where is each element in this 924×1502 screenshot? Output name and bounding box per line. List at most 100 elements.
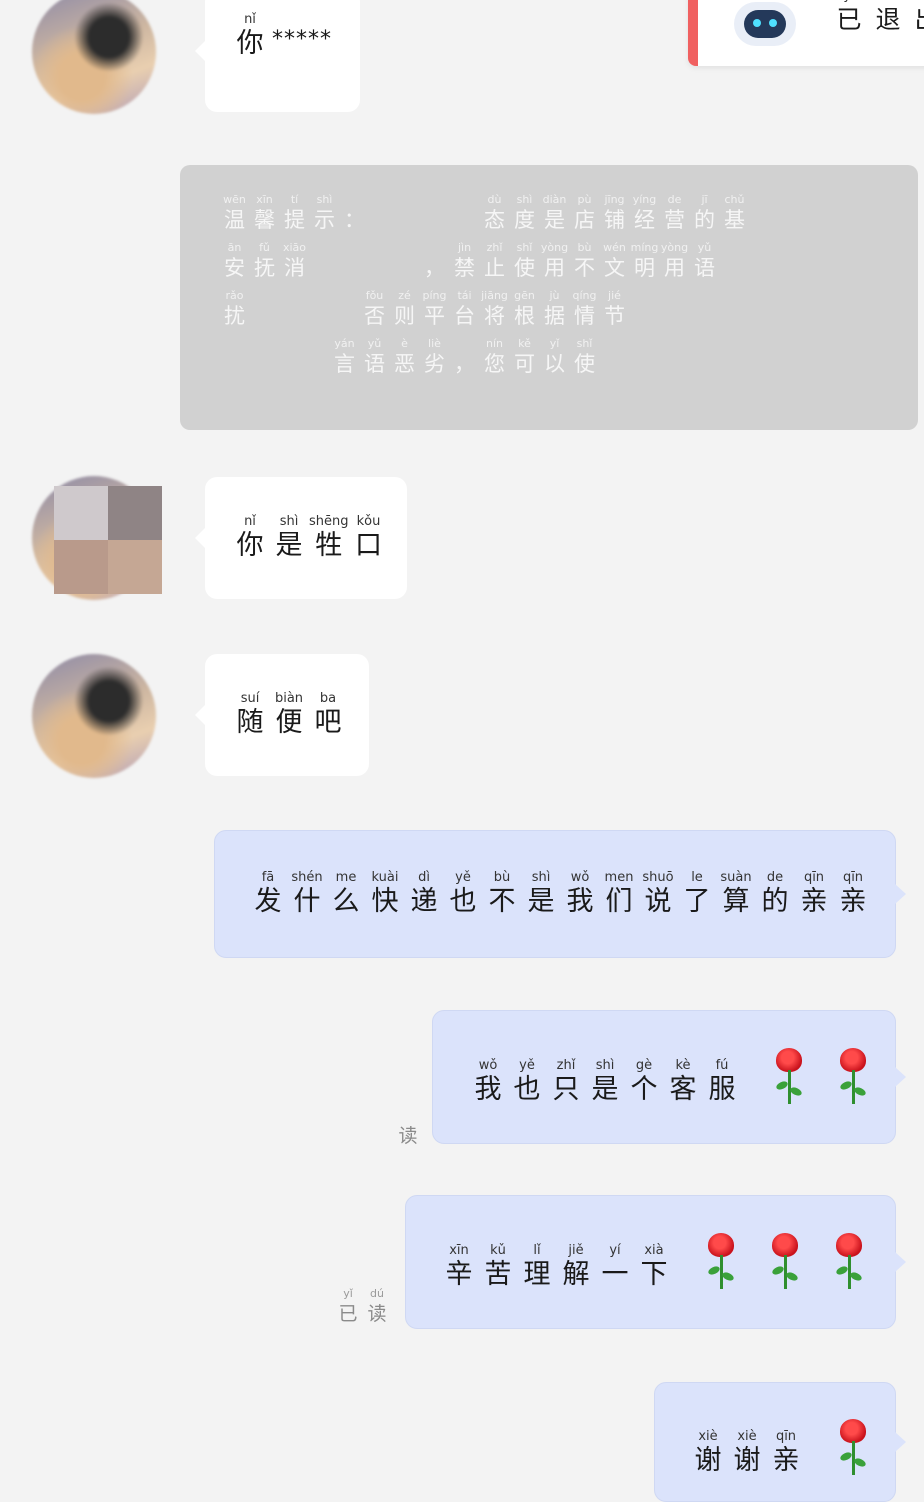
hanzi: 谢: [733, 1445, 761, 1476]
ruby-char: 读: [394, 1108, 422, 1148]
ruby-char: gēn 根: [510, 289, 539, 329]
ruby-char: de 的: [756, 870, 794, 918]
hanzi: 情: [574, 304, 595, 328]
pinyin: liè: [428, 337, 441, 350]
message-bubble-incoming[interactable]: nǐ 你 shì 是 shēng 牲 kǒu 口: [195, 477, 407, 599]
ruby-char: xiè 谢: [728, 1429, 766, 1477]
ruby-char: jié 节: [600, 289, 629, 329]
message-bubble-incoming[interactable]: suí 随 biàn 便 ba 吧: [195, 654, 369, 776]
pinyin: wén: [603, 241, 626, 254]
pinyin: le: [691, 870, 703, 885]
message-bubble-outgoing[interactable]: wǒ 我 yě 也 zhǐ 只 shì 是 gè 个 kè 客 fú 服: [432, 1010, 906, 1144]
ruby-char: chǔ 基: [720, 193, 749, 233]
message-bubble-outgoing[interactable]: xīn 辛 kǔ 苦 lǐ 理 jiě 解 yí 一 xià 下: [405, 1195, 906, 1329]
pinyin: xīn: [449, 1243, 469, 1258]
hanzi: 提: [284, 208, 305, 232]
hanzi: 根: [514, 304, 535, 328]
hanzi: 发: [254, 886, 282, 917]
avatar[interactable]: [32, 654, 156, 778]
ruby-char: ：: [340, 193, 369, 233]
ruby-char: xià 下: [635, 1243, 673, 1291]
pinyin: dì: [418, 870, 430, 885]
ruby-char: xīn 馨: [250, 193, 279, 233]
rose-emoji-icon: [768, 1233, 802, 1291]
ruby-char: xiè 谢: [689, 1429, 727, 1477]
hanzi: 您: [484, 352, 505, 376]
pinyin: qīn: [803, 870, 825, 885]
ruby-char: shén 什: [288, 870, 326, 918]
ruby-char: shǐ 使: [570, 337, 599, 377]
hanzi: 安: [224, 256, 245, 280]
message-bubble-incoming[interactable]: nǐ 你 *****: [195, 0, 360, 112]
pinyin: yí: [609, 1243, 621, 1258]
hanzi: 消: [284, 256, 305, 280]
pinyin: pù: [577, 193, 592, 206]
ruby-char: shì 是: [522, 870, 560, 918]
pinyin: yǔ: [367, 337, 382, 350]
pinyin: suàn: [720, 870, 752, 885]
message-text: nǐ 你 *****: [231, 12, 332, 60]
ruby-char: xīn 辛: [440, 1243, 478, 1291]
message-text: fā 发 shén 什 me 么 kuài 快 dì 递 yě 也 bù 不 shì 是 wǒ 我 men 们 shuō…: [249, 870, 873, 918]
ruby-char: tái 台: [450, 289, 479, 329]
ruby-char: yě 也: [508, 1058, 546, 1106]
hanzi: 语: [694, 256, 715, 280]
ruby-char: men 们: [600, 870, 638, 918]
pinyin: yǐ: [343, 1287, 353, 1300]
pinyin: yíng: [632, 193, 657, 206]
pinyin: suí: [240, 691, 260, 706]
rose-emoji-icon: [832, 1233, 866, 1291]
pinyin: yě: [455, 870, 471, 885]
ruby-char: shuō 说: [639, 870, 677, 918]
hanzi: 禁: [454, 256, 475, 280]
ruby-char: le 了: [678, 870, 716, 918]
hanzi: 则: [394, 304, 415, 328]
hanzi: 止: [484, 256, 505, 280]
avatar[interactable]: [32, 0, 156, 114]
hanzi: 使: [514, 256, 535, 280]
hanzi: 使: [574, 352, 595, 376]
pinyin: xīn: [256, 193, 273, 206]
pinyin: shēng: [309, 514, 349, 529]
hanzi: 据: [544, 304, 565, 328]
ruby-char: pù 店: [570, 193, 599, 233]
hanzi: 不: [488, 886, 516, 917]
hanzi: 便: [275, 707, 303, 738]
hanzi: 态: [484, 208, 505, 232]
ruby-char: ，: [420, 241, 449, 281]
pinyin: kè: [675, 1058, 691, 1073]
ruby-char: dì 递: [405, 870, 443, 918]
hanzi: 的: [694, 208, 715, 232]
pinyin: jìn: [457, 241, 472, 254]
hanzi: 营: [664, 208, 685, 232]
message-bubble-outgoing[interactable]: fā 发 shén 什 me 么 kuài 快 dì 递 yě 也 bù 不 shì 是 wǒ 我 men 们 shuō…: [214, 830, 906, 958]
pinyin: shì: [531, 870, 551, 885]
pinyin: nǐ: [244, 514, 256, 529]
pinyin: fǒu: [365, 289, 384, 302]
hanzi: 是: [544, 208, 565, 232]
message-bubble-outgoing[interactable]: xiè 谢 xiè 谢 qīn 亲: [654, 1382, 906, 1502]
rose-emoji-icon: [772, 1048, 806, 1106]
bot-notification-card[interactable]: yǐ已tuì退chū出: [688, 0, 924, 66]
hanzi: 明: [634, 256, 655, 280]
pinyin: shǐ: [516, 241, 533, 254]
ruby-char: dú 读: [363, 1286, 391, 1326]
ruby-char: píng 平: [420, 289, 449, 329]
ruby-char: kuài 快: [366, 870, 404, 918]
ruby-char: bù 不: [570, 241, 599, 281]
pinyin: yǔ: [697, 241, 712, 254]
hanzi: 文: [604, 256, 625, 280]
hanzi: 口: [355, 530, 383, 561]
pinyin: jī: [701, 193, 708, 206]
hanzi: 客: [669, 1074, 697, 1105]
hanzi: 们: [605, 886, 633, 917]
pinyin: de: [766, 870, 784, 885]
ruby-char: shì 度: [510, 193, 539, 233]
ruby-char: jiāng 将: [480, 289, 509, 329]
pinyin: jié: [608, 289, 621, 302]
pinyin: shén: [291, 870, 323, 885]
pinyin: píng: [422, 289, 447, 302]
pinyin: qíng: [572, 289, 597, 302]
hanzi: 牲: [315, 530, 343, 561]
hanzi: 个: [630, 1074, 658, 1105]
